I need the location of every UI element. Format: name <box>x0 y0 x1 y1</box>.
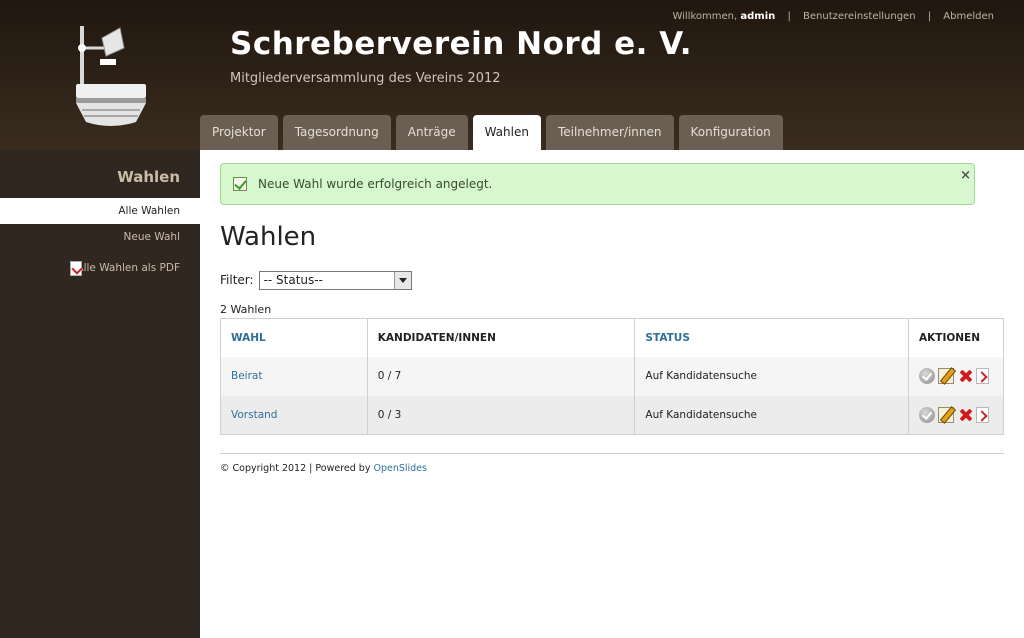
success-alert: Neue Wahl wurde erfolgreich angelegt. × <box>220 163 975 205</box>
tab-wahlen[interactable]: Wahlen <box>472 115 541 150</box>
filter-row: Filter: -- Status-- <box>220 270 412 290</box>
username: admin <box>740 11 776 22</box>
sidebar: Wahlen Alle Wahlen Neue Wahl Alle Wahlen… <box>0 150 200 638</box>
tab-teilnehmer[interactable]: Teilnehmer/innen <box>545 115 674 150</box>
alert-message: Neue Wahl wurde erfolgreich angelegt. <box>258 177 493 191</box>
footer-divider <box>220 453 1004 454</box>
activate-check-icon[interactable] <box>919 406 936 423</box>
openslides-link[interactable]: OpenSlides <box>373 463 427 474</box>
actions-cell <box>908 356 1004 396</box>
pdf-icon[interactable] <box>976 368 990 384</box>
site-title: Schreberverein Nord e. V. <box>230 26 692 62</box>
sidebar-item-pdf[interactable]: Alle Wahlen als PDF <box>0 255 200 281</box>
election-link[interactable]: Vorstand <box>231 409 277 421</box>
delete-x-icon[interactable] <box>957 368 973 384</box>
edit-pencil-icon[interactable] <box>938 406 955 423</box>
header: Schreberverein Nord e. V. Mitgliedervers… <box>0 0 1024 150</box>
sidebar-item-neue-wahl[interactable]: Neue Wahl <box>0 224 200 250</box>
main-tabs: Projektor Tagesordnung Anträge Wahlen Te… <box>200 115 788 150</box>
sidebar-item-alle-wahlen[interactable]: Alle Wahlen <box>0 198 200 224</box>
page-title: Wahlen <box>220 222 317 252</box>
logout-link[interactable]: Abmelden <box>943 11 994 22</box>
close-icon[interactable]: × <box>960 168 971 183</box>
site-subtitle: Mitgliederversammlung des Vereins 2012 <box>230 71 501 86</box>
election-link[interactable]: Beirat <box>231 370 262 382</box>
tab-konfiguration[interactable]: Konfiguration <box>678 115 783 150</box>
user-settings-link[interactable]: Benutzereinstellungen <box>803 11 916 22</box>
sidebar-title: Wahlen <box>117 168 180 186</box>
column-header-aktionen: AKTIONEN <box>908 318 1004 357</box>
status-filter-value: -- Status-- <box>263 272 323 287</box>
success-check-icon <box>233 177 247 191</box>
copyright-text: © Copyright 2012 | Powered by <box>220 463 371 474</box>
chevron-down-icon[interactable] <box>393 271 411 289</box>
footer: © Copyright 2012 | Powered by OpenSlides <box>220 463 427 474</box>
user-nav: Willkommen, admin | Benutzereinstellunge… <box>672 11 994 22</box>
table-header-row: WAHL KANDIDATEN/INNEN STATUS AKTIONEN <box>220 318 1004 357</box>
activate-check-icon[interactable] <box>919 368 936 384</box>
separator: | <box>787 11 791 22</box>
actions-cell <box>908 395 1004 435</box>
sidebar-item-label: Alle Wahlen als PDF <box>76 262 180 274</box>
candidates-cell: 0 / 7 <box>366 356 635 396</box>
separator: | <box>927 11 932 22</box>
candidates-cell: 0 / 3 <box>366 395 635 435</box>
edit-pencil-icon[interactable] <box>938 368 955 384</box>
column-header-wahl[interactable]: WAHL <box>220 318 368 357</box>
status-cell: Auf Kandidatensuche <box>634 395 909 435</box>
pdf-icon <box>70 261 82 276</box>
overhead-projector-icon <box>76 26 146 126</box>
elections-table: WAHL KANDIDATEN/INNEN STATUS AKTIONEN Be… <box>220 318 1004 435</box>
delete-x-icon[interactable] <box>957 407 973 423</box>
welcome-text: Willkommen, <box>672 11 738 22</box>
tab-projektor[interactable]: Projektor <box>200 115 278 150</box>
table-row: Vorstand 0 / 3 Auf Kandidatensuche <box>220 395 1004 435</box>
filter-label: Filter: <box>220 273 254 287</box>
column-header-kandidaten: KANDIDATEN/INNEN <box>366 318 635 357</box>
result-count: 2 Wahlen <box>220 303 272 316</box>
status-filter-select[interactable]: -- Status-- <box>258 270 412 290</box>
table-row: Beirat 0 / 7 Auf Kandidatensuche <box>220 356 1004 396</box>
tab-antraege[interactable]: Anträge <box>395 115 468 150</box>
pdf-icon[interactable] <box>976 406 990 423</box>
column-header-status[interactable]: STATUS <box>634 318 909 357</box>
tab-tagesordnung[interactable]: Tagesordnung <box>282 115 391 150</box>
status-cell: Auf Kandidatensuche <box>634 356 909 396</box>
